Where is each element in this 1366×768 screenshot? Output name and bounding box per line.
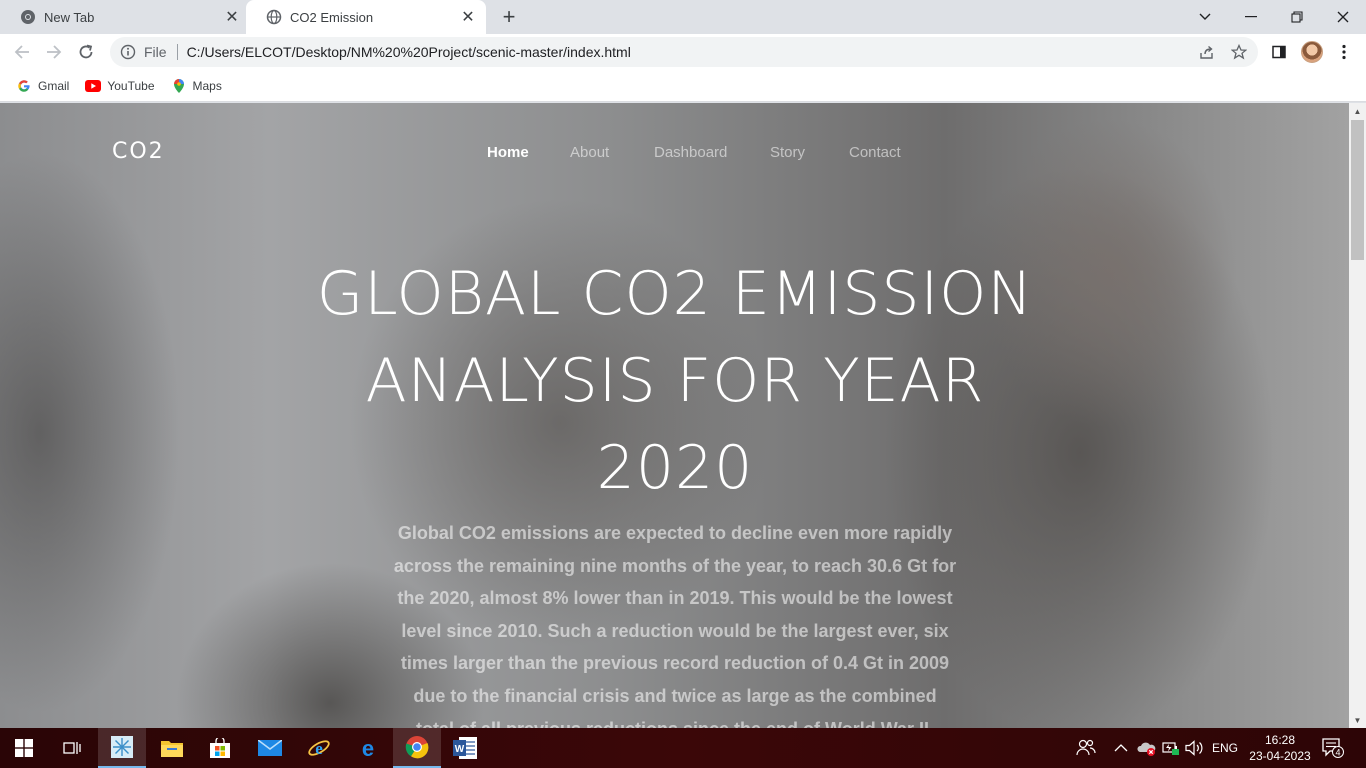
new-tab-button[interactable]: + bbox=[496, 4, 522, 30]
chevron-up-icon[interactable] bbox=[1114, 728, 1128, 768]
maps-icon bbox=[171, 78, 187, 94]
internet-explorer-icon[interactable]: e bbox=[295, 728, 343, 768]
svg-text:W: W bbox=[455, 744, 465, 755]
address-bar[interactable]: File C:/Users/ELCOT/Desktop/NM%20%20Proj… bbox=[110, 37, 1258, 67]
mail-icon[interactable] bbox=[246, 728, 294, 768]
tab-co2-emission[interactable]: CO2 Emission ✕ bbox=[246, 0, 486, 34]
bookmarks-bar: Gmail YouTube Maps bbox=[0, 70, 1366, 102]
tab-strip: New Tab ✕ CO2 Emission ✕ + bbox=[0, 0, 1366, 34]
forward-arrow-icon[interactable] bbox=[40, 38, 68, 66]
battery-icon[interactable] bbox=[1162, 728, 1180, 768]
task-view-icon[interactable] bbox=[48, 728, 96, 768]
page-scrollbar[interactable]: ▲ ▼ bbox=[1349, 103, 1366, 728]
hero-section: CO2 Home About Dashboard Story Contact G… bbox=[0, 103, 1349, 728]
avatar bbox=[1301, 41, 1323, 63]
store-icon[interactable] bbox=[196, 728, 244, 768]
chrome-icon bbox=[20, 9, 36, 25]
hero-description: Global CO2 emissions are expected to dec… bbox=[393, 523, 957, 728]
url-text[interactable]: C:/Users/ELCOT/Desktop/NM%20%20Project/s… bbox=[187, 44, 631, 60]
notification-count: 4 bbox=[1335, 747, 1340, 757]
tab-title: New Tab bbox=[44, 9, 95, 25]
bookmark-gmail[interactable]: Gmail bbox=[16, 78, 69, 94]
nav-home[interactable]: Home bbox=[487, 144, 529, 161]
reload-icon[interactable] bbox=[72, 38, 100, 66]
close-window-icon[interactable] bbox=[1320, 0, 1366, 34]
profile-avatar[interactable] bbox=[1298, 38, 1326, 66]
scrollbar-thumb[interactable] bbox=[1351, 120, 1364, 260]
edge-icon[interactable]: e bbox=[344, 728, 392, 768]
tab-title: CO2 Emission bbox=[290, 9, 374, 25]
info-icon[interactable] bbox=[120, 44, 136, 60]
clock-date: 23-04-2023 bbox=[1249, 749, 1311, 763]
language-indicator[interactable]: ENG bbox=[1212, 728, 1238, 768]
globe-icon bbox=[266, 9, 282, 25]
svg-text:e: e bbox=[362, 737, 374, 759]
system-clock[interactable]: 16:28 23-04-2023 bbox=[1248, 732, 1312, 764]
nav-contact[interactable]: Contact bbox=[849, 144, 901, 161]
bookmark-label: Maps bbox=[192, 78, 222, 93]
divider bbox=[176, 44, 178, 60]
bookmark-youtube[interactable]: YouTube bbox=[85, 78, 155, 94]
back-arrow-icon[interactable] bbox=[8, 38, 36, 66]
minimize-icon[interactable] bbox=[1228, 0, 1274, 34]
menu-kebab-icon[interactable] bbox=[1330, 38, 1358, 66]
scroll-down-icon[interactable]: ▼ bbox=[1349, 712, 1366, 728]
bookmark-label: Gmail bbox=[38, 78, 70, 93]
scheme-label: File bbox=[144, 44, 167, 60]
close-tab-icon[interactable]: ✕ bbox=[220, 5, 244, 29]
restore-icon[interactable] bbox=[1274, 0, 1320, 34]
browser-toolbar: File C:/Users/ELCOT/Desktop/NM%20%20Proj… bbox=[0, 34, 1366, 70]
people-icon[interactable] bbox=[1076, 728, 1096, 768]
onedrive-error-icon[interactable] bbox=[1137, 728, 1157, 768]
share-icon[interactable] bbox=[1194, 37, 1220, 67]
nav-about[interactable]: About bbox=[570, 144, 609, 161]
nav-dashboard[interactable]: Dashboard bbox=[654, 144, 727, 161]
snowflake-app-icon[interactable] bbox=[98, 728, 146, 768]
close-tab-icon[interactable]: ✕ bbox=[456, 5, 480, 29]
volume-icon[interactable] bbox=[1185, 728, 1205, 768]
tab-search-icon[interactable] bbox=[1182, 0, 1228, 34]
youtube-icon bbox=[85, 78, 102, 94]
windows-start-icon[interactable] bbox=[0, 728, 48, 768]
file-explorer-icon[interactable] bbox=[148, 728, 196, 768]
scroll-up-icon[interactable]: ▲ bbox=[1349, 103, 1366, 119]
google-icon bbox=[16, 78, 32, 94]
chrome-taskbar-icon[interactable] bbox=[393, 728, 441, 768]
bookmark-label: YouTube bbox=[107, 78, 155, 93]
side-panel-icon[interactable] bbox=[1265, 38, 1293, 66]
hero-title: GLOBAL CO2 EMISSION ANALYSIS FOR YEAR 20… bbox=[316, 259, 1034, 503]
clock-time: 16:28 bbox=[1264, 733, 1296, 747]
nav-story[interactable]: Story bbox=[770, 144, 805, 161]
bookmark-maps[interactable]: Maps bbox=[171, 78, 222, 94]
windows-taskbar: e e W ENG 16:28 23-04-2023 4 bbox=[0, 728, 1366, 768]
svg-text:e: e bbox=[315, 739, 323, 758]
word-icon[interactable]: W bbox=[441, 728, 489, 768]
action-center-icon[interactable]: 4 bbox=[1322, 738, 1344, 758]
tab-new-tab[interactable]: New Tab ✕ bbox=[0, 0, 250, 34]
bookmark-star-icon[interactable] bbox=[1226, 37, 1252, 67]
site-logo[interactable]: CO2 bbox=[112, 139, 165, 164]
